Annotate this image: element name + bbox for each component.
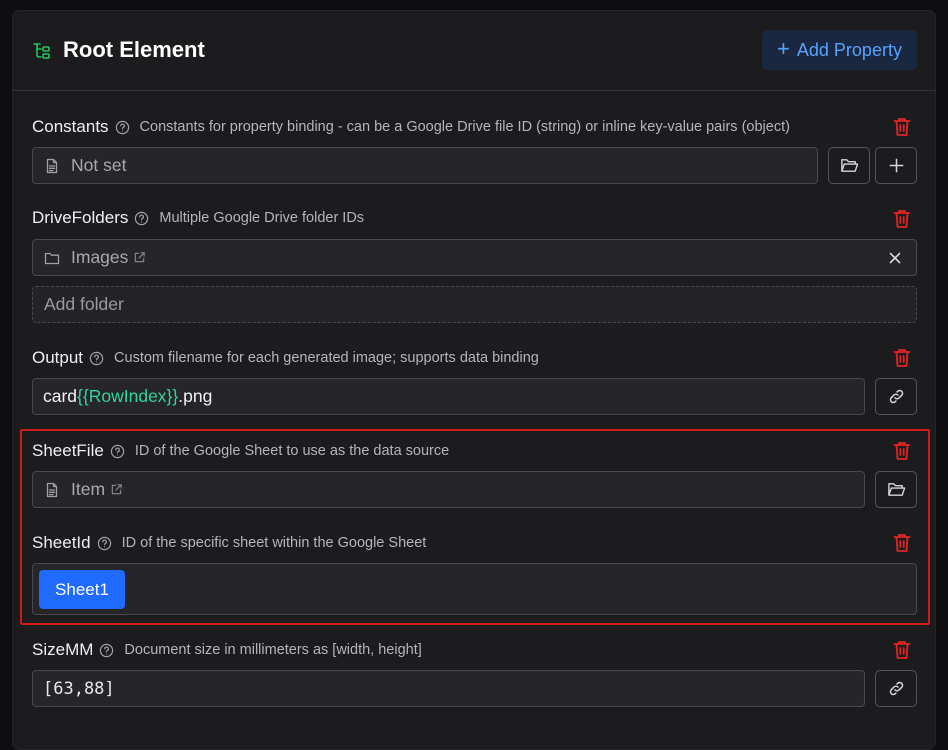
- output-value-suffix: .png: [178, 386, 213, 406]
- bind-sizemm-button[interactable]: [875, 670, 917, 707]
- constants-field[interactable]: Not set: [32, 147, 818, 184]
- constants-value: Not set: [71, 155, 127, 175]
- folder-icon: [44, 252, 60, 264]
- add-property-button[interactable]: + Add Property: [762, 30, 917, 70]
- sheetid-name: SheetId: [32, 533, 91, 552]
- plus-icon: +: [777, 36, 790, 61]
- output-description: Custom filename for each generated image…: [114, 350, 539, 366]
- browse-sheetfile-button[interactable]: [875, 471, 917, 508]
- close-icon: [889, 252, 901, 264]
- sheetfile-field[interactable]: Item: [32, 471, 865, 508]
- help-icon[interactable]: [97, 536, 112, 551]
- sheetid-select[interactable]: Sheet1: [32, 563, 917, 615]
- drivefolders-description: Multiple Google Drive folder IDs: [159, 210, 365, 226]
- file-icon: [46, 158, 58, 173]
- output-value-prefix: card: [43, 386, 78, 406]
- constants-description: Constants for property binding - can be …: [139, 119, 790, 135]
- output-filename-input[interactable]: card{{RowIndex}}.png: [32, 378, 865, 415]
- sheetid-description: ID of the specific sheet within the Goog…: [121, 535, 427, 551]
- constants-label-row: Constants Constants for property binding…: [32, 115, 790, 139]
- drive-folder-name: Images: [71, 247, 129, 267]
- add-property-label: Add Property: [796, 39, 902, 60]
- delete-drivefolders-trash-icon[interactable]: [892, 208, 912, 230]
- link-icon: [889, 681, 903, 696]
- sheetfile-value: Item: [71, 479, 106, 499]
- sheetfile-name: SheetFile: [32, 441, 104, 460]
- plus-icon: [889, 158, 903, 173]
- sizemm-name: SizeMM: [32, 640, 94, 659]
- tree-structure-icon: [33, 43, 50, 59]
- folder-open-icon: [840, 159, 858, 172]
- sheet-chip-selected[interactable]: Sheet1: [39, 570, 125, 609]
- root-element-panel: Root Element + Add Property Constants Co…: [12, 10, 936, 750]
- sizemm-input[interactable]: [63,88]: [32, 670, 865, 707]
- sizemm-value: [63,88]: [43, 678, 115, 699]
- output-name: Output: [32, 348, 84, 367]
- link-icon: [889, 389, 903, 404]
- page-title: Root Element: [63, 37, 205, 62]
- delete-sheetfile-trash-icon[interactable]: [892, 440, 912, 462]
- output-value-binding: {{RowIndex}}: [77, 386, 179, 406]
- delete-sheetid-trash-icon[interactable]: [892, 532, 912, 554]
- sheetfile-description: ID of the Google Sheet to use as the dat…: [134, 443, 450, 459]
- output-value: card{{RowIndex}}.png: [43, 386, 212, 407]
- remove-folder-button[interactable]: [884, 247, 906, 269]
- drivefolders-name: DriveFolders: [32, 208, 129, 227]
- constants-name: Constants: [32, 117, 109, 136]
- file-icon: [46, 482, 58, 497]
- sheetid-label-row: SheetId ID of the specific sheet within …: [32, 531, 426, 555]
- help-icon[interactable]: [89, 351, 104, 366]
- browse-constants-button[interactable]: [828, 147, 870, 184]
- delete-constants-trash-icon[interactable]: [892, 116, 912, 138]
- add-folder-input[interactable]: Add folder: [32, 286, 917, 323]
- add-constants-button[interactable]: [875, 147, 917, 184]
- delete-sizemm-trash-icon[interactable]: [892, 639, 912, 661]
- panel-header: Root Element + Add Property: [13, 11, 935, 91]
- sizemm-label-row: SizeMM Document size in millimeters as […: [32, 638, 422, 662]
- bind-output-button[interactable]: [875, 378, 917, 415]
- drivefolders-label-row: DriveFolders Multiple Google Drive folde…: [32, 206, 364, 230]
- help-icon[interactable]: [134, 211, 149, 226]
- help-icon[interactable]: [115, 120, 130, 135]
- folder-open-icon: [887, 483, 905, 496]
- output-label-row: Output Custom filename for each generate…: [32, 346, 539, 370]
- help-icon[interactable]: [99, 643, 114, 658]
- external-link-icon[interactable]: [133, 251, 146, 264]
- help-icon[interactable]: [110, 444, 125, 459]
- sizemm-description: Document size in millimeters as [width, …: [124, 642, 422, 658]
- delete-output-trash-icon[interactable]: [892, 347, 912, 369]
- sheetfile-label-row: SheetFile ID of the Google Sheet to use …: [32, 439, 449, 463]
- external-link-icon[interactable]: [110, 483, 123, 496]
- drive-folder-item[interactable]: Images: [32, 239, 917, 276]
